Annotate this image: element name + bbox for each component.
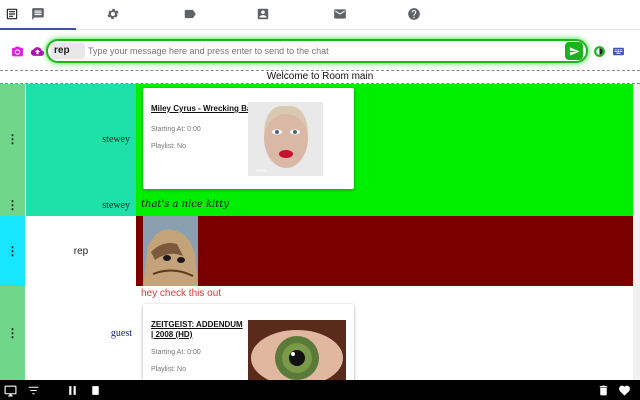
top-navigation — [0, 0, 640, 30]
video-start-time: Starting At: 0:00 — [151, 126, 201, 133]
keyboard-icon — [612, 47, 624, 55]
video-title[interactable]: ZEITGEIST: ADDENDUM | 2008 (HD) — [151, 320, 243, 340]
tab-mail[interactable] — [330, 4, 350, 24]
filter-icon — [28, 386, 38, 394]
more-vert-icon: ⋮ — [6, 132, 19, 146]
help-icon — [408, 8, 420, 20]
message-user-cell: stewey — [26, 84, 136, 194]
video-title[interactable]: Miley Cyrus - Wrecking Ball — [151, 104, 256, 113]
message-text: that's a nice kitty — [141, 199, 229, 210]
camera-icon — [11, 46, 23, 56]
pause-button[interactable] — [64, 382, 80, 398]
message-input-bar: rep — [0, 36, 640, 66]
stop-icon — [91, 385, 99, 395]
message-content — [136, 216, 640, 286]
tab-settings[interactable] — [103, 4, 123, 24]
upload-button[interactable] — [30, 44, 44, 58]
video-thumbnail[interactable]: vevo — [248, 102, 323, 176]
chat-message: ⋮ stewey that's a nice kitty — [0, 194, 640, 216]
message-text: hey check this out — [141, 288, 222, 299]
video-playlist: Playlist: No — [151, 143, 187, 150]
chat-message: ⋮ rep — [0, 216, 640, 286]
message-menu-button[interactable]: ⋮ — [0, 84, 25, 194]
more-vert-icon: ⋮ — [6, 244, 19, 258]
camera-button[interactable] — [10, 44, 24, 58]
message-username: rep — [73, 245, 89, 257]
message-username: stewey — [102, 199, 130, 211]
emoji-icon — [593, 45, 605, 57]
favorite-button[interactable] — [616, 382, 632, 398]
current-username: rep — [51, 43, 85, 59]
tab-help[interactable] — [404, 4, 424, 24]
delete-button[interactable] — [595, 382, 611, 398]
chat-message: ⋮ stewey Miley Cyrus - Wrecking Ball Sta… — [0, 84, 640, 216]
video-playlist: Playlist: No — [151, 366, 187, 373]
label-tag-icon — [184, 9, 196, 19]
message-menu-button[interactable]: ⋮ — [0, 194, 25, 216]
monitor-button[interactable] — [2, 382, 18, 398]
tab-chat[interactable] — [28, 4, 48, 24]
message-user-cell: guest — [26, 286, 136, 380]
message-content: hey check this out ZEITGEIST: ADDENDUM |… — [136, 286, 640, 380]
cloud-upload-icon — [30, 46, 44, 56]
chat-log: ⋮ stewey Miley Cyrus - Wrecking Ball Sta… — [0, 84, 640, 380]
message-field: rep — [46, 39, 588, 63]
tab-rooms[interactable] — [2, 4, 22, 24]
bottom-toolbar — [0, 380, 640, 400]
pause-icon — [68, 385, 76, 395]
contact-card-icon — [257, 8, 269, 20]
message-user-cell: stewey — [26, 194, 136, 216]
list-box-icon — [6, 8, 18, 20]
mail-icon — [334, 9, 346, 19]
chat-scrollbar[interactable] — [633, 84, 640, 380]
heart-icon — [618, 385, 630, 396]
video-card[interactable]: ZEITGEIST: ADDENDUM | 2008 (HD) Starting… — [143, 304, 354, 380]
trash-icon — [599, 385, 607, 395]
send-icon — [569, 46, 580, 56]
video-thumbnail[interactable] — [248, 320, 346, 380]
video-card[interactable]: Miley Cyrus - Wrecking Ball Starting At:… — [143, 88, 354, 189]
send-button[interactable] — [565, 42, 583, 60]
keyboard-button[interactable] — [611, 44, 625, 58]
chat-bubble-icon — [32, 8, 44, 20]
active-tab-indicator — [0, 28, 76, 30]
filter-button[interactable] — [25, 382, 41, 398]
message-username: guest — [110, 327, 132, 339]
message-menu-button[interactable]: ⋮ — [0, 286, 25, 380]
message-input[interactable] — [88, 44, 558, 58]
tab-contacts[interactable] — [253, 4, 273, 24]
welcome-banner: Welcome to Room main — [0, 70, 640, 84]
more-vert-icon: ⋮ — [6, 198, 19, 212]
tab-labels[interactable] — [180, 4, 200, 24]
monitor-icon — [4, 385, 16, 396]
kitten-image[interactable] — [143, 216, 198, 286]
message-user-cell: rep — [26, 216, 136, 286]
message-content: that's a nice kitty — [136, 194, 640, 216]
stop-button[interactable] — [87, 382, 103, 398]
video-start-time: Starting At: 0:00 — [151, 349, 201, 356]
gear-icon — [107, 8, 119, 20]
vevo-watermark: vevo — [256, 168, 267, 174]
more-vert-icon: ⋮ — [6, 326, 19, 340]
message-username: stewey — [102, 133, 130, 145]
emoji-button[interactable] — [592, 44, 606, 58]
chat-message: ⋮ guest hey check this out ZEITGEIST: AD… — [0, 286, 640, 380]
message-menu-button[interactable]: ⋮ — [0, 216, 25, 286]
